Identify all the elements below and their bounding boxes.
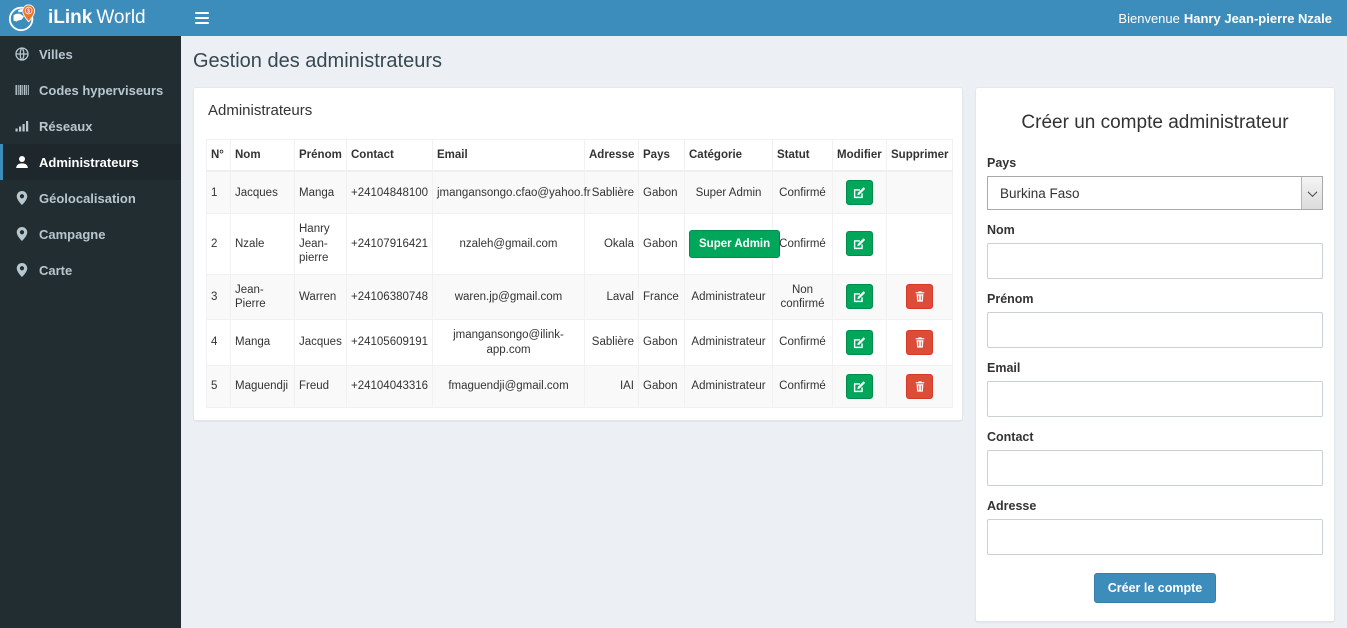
edit-pencil-icon [853,187,866,199]
navbar: Bienvenue Hanry Jean-pierre Nzale [181,0,1347,36]
prenom-field[interactable] [987,312,1323,348]
edit-pencil-icon [853,238,866,250]
top-header-bar: $ iLink World Bienvenue Hanry Jean-pierre … [0,0,1347,36]
globe-icon [15,47,29,61]
supprimer-cell-empty [886,213,953,275]
prenom-label: Prénom [987,292,1034,306]
edit-pencil-icon [853,291,866,303]
table-row: 1 Jacques Manga +24104848100 jmangansong… [206,170,953,215]
administrators-table: N° Nom Prénom Contact Email Adresse Pays… [206,139,953,408]
edit-pencil-icon [853,337,866,349]
sidebar-item-administrateurs[interactable]: Administrateurs [0,144,181,180]
edit-button[interactable] [846,374,873,399]
map-marker-icon [16,263,28,277]
signal-bars-icon [15,121,29,132]
nom-label: Nom [987,223,1015,237]
map-marker-icon [16,191,28,205]
sidebar-toggle-hamburger-icon[interactable] [193,8,211,28]
sidebar-item-villes[interactable]: Villes [0,36,181,72]
sidebar: Villes Codes hyperviseurs Réseaux Admini… [0,36,181,628]
barcode-icon [15,85,29,95]
create-admin-panel: Créer un compte administrateur Pays Burk… [975,87,1335,622]
sidebar-item-carte[interactable]: Carte [0,252,181,288]
delete-button[interactable] [906,330,933,356]
pays-select[interactable]: Burkina Faso [987,176,1323,210]
table-row: 5 Maguendji Freud +24104043316 fmaguendj… [206,365,953,408]
table-row: 2 Nzale Hanry Jean-pierre +24107916421 n… [206,213,953,275]
contact-label: Contact [987,430,1034,444]
table-row: 4 Manga Jacques +24105609191 jmangansong… [206,319,953,366]
user-icon [16,156,28,168]
edit-button[interactable] [846,231,873,257]
delete-button[interactable] [906,284,933,310]
delete-button[interactable] [906,374,933,399]
main-content: Gestion des administrateurs Administrate… [181,36,1347,628]
trash-icon [915,291,924,303]
create-account-button[interactable]: Créer le compte [1093,573,1217,603]
brand-title: iLink World [48,7,146,28]
panel-title: Administrateurs [208,102,313,119]
svg-text:$: $ [27,8,30,14]
email-label: Email [987,361,1021,375]
page-title: Gestion des administrateurs [193,50,443,72]
sidebar-item-campagne[interactable]: Campagne [0,216,181,252]
supprimer-cell-empty [886,170,953,215]
map-marker-icon [16,227,28,241]
super-admin-button[interactable]: Super Admin [689,229,781,258]
globe-pin-logo-icon: $ [8,4,36,32]
edit-button[interactable] [846,330,873,356]
app-logo[interactable]: $ iLink World [0,0,181,36]
pays-label: Pays [987,156,1017,170]
contact-field[interactable] [987,450,1323,486]
trash-icon [915,381,924,392]
edit-button[interactable] [846,284,873,310]
nom-field[interactable] [987,243,1323,279]
edit-button[interactable] [846,180,873,206]
form-title: Créer un compte administrateur [1021,112,1289,133]
email-field[interactable] [987,381,1323,417]
welcome-message: Bienvenue Hanry Jean-pierre Nzale [1118,10,1332,26]
administrators-panel: Administrateurs N° Nom Prénom Contact Em… [193,87,963,421]
trash-icon [915,337,924,348]
edit-pencil-icon [853,381,866,393]
adresse-label: Adresse [987,499,1037,513]
sidebar-item-geolocalisation[interactable]: Géolocalisation [0,180,181,216]
table-header-row: N° Nom Prénom Contact Email Adresse Pays… [206,139,953,173]
table-row: 3 Jean-Pierre Warren +24106380748 waren.… [206,273,953,321]
sidebar-item-reseaux[interactable]: Réseaux [0,108,181,144]
adresse-field[interactable] [987,519,1323,555]
sidebar-item-codes-hyperviseurs[interactable]: Codes hyperviseurs [0,72,181,108]
